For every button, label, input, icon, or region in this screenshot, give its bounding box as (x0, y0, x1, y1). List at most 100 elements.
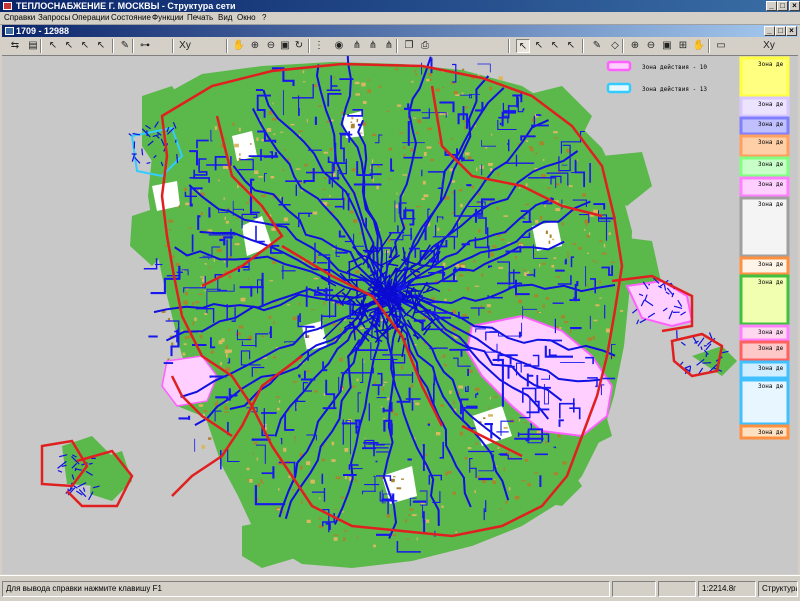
save-tool-button[interactable]: ▤ (26, 39, 40, 53)
zone-panel-item[interactable]: Зона де (741, 276, 788, 324)
select-line-tool-button[interactable]: ↖ (78, 39, 92, 53)
target-tool-button[interactable]: ◉ (332, 39, 346, 53)
menu-functions[interactable]: Функции (152, 12, 184, 24)
network-branch-tool-button[interactable]: ⋔ (366, 39, 380, 53)
map-view[interactable]: Зона действия - 10 Зона действия - 13 Зо… (2, 56, 798, 574)
building (588, 337, 593, 341)
zone-panel-item[interactable]: Зона де (741, 342, 788, 360)
zone-panel-item[interactable]: Зона де (741, 98, 788, 116)
building (611, 262, 615, 263)
select-area-tool-button[interactable]: ↖ (94, 39, 108, 53)
zone-panel-item[interactable]: Зона де (741, 158, 788, 176)
child-minimize-button[interactable]: _ (764, 26, 775, 36)
building (448, 471, 452, 473)
edit-pencil-tool-button[interactable]: ✎ (118, 39, 132, 53)
menu-about[interactable]: ? (262, 12, 266, 24)
menu-print[interactable]: Печать (187, 12, 213, 24)
zone-panel-item[interactable]: Зона де (741, 326, 788, 340)
select-point-tool-button[interactable]: ↖ (532, 39, 546, 53)
building (200, 335, 203, 339)
select-arrow-tool-button[interactable]: ↖ (516, 39, 530, 53)
building (451, 191, 454, 193)
select-area-tool-button[interactable]: ↖ (564, 39, 578, 53)
navigate-tool-button[interactable]: ⇆ (8, 39, 22, 53)
zone-panel-item[interactable]: Зона де (741, 118, 788, 134)
zone-panel-item[interactable]: Зона де (741, 198, 788, 256)
building (372, 159, 373, 163)
eraser-icon: ◇ (611, 40, 619, 51)
select-point-tool-button[interactable]: ↖ (62, 39, 76, 53)
rectangle-tool-button[interactable]: ▭ (714, 39, 728, 53)
menu-operations[interactable]: Операции (72, 12, 109, 24)
zone-panel-item[interactable]: Зона де (741, 58, 788, 96)
building (333, 340, 335, 341)
refresh-tool-button[interactable]: ↻ (292, 39, 306, 53)
traffic-light-tool-button[interactable]: ⋮ (312, 39, 326, 53)
zone-panel-item[interactable]: Зона де (741, 178, 788, 196)
network-link-tool-button[interactable]: ⋔ (382, 39, 396, 53)
maximize-button[interactable]: □ (777, 1, 788, 11)
building (225, 350, 230, 354)
zoom-extent-tool-button[interactable]: ⊞ (676, 39, 690, 53)
building (327, 205, 331, 206)
building (504, 427, 508, 429)
building (224, 412, 229, 413)
heat-network-map[interactable]: Зона действия - 10 Зона действия - 13 Зо… (2, 56, 798, 574)
zoom-out-tool-button[interactable]: ⊖ (644, 39, 658, 53)
zone-panel-item[interactable]: Зона де (741, 362, 788, 378)
select-line-tool-button[interactable]: ↖ (548, 39, 562, 53)
building (464, 126, 466, 130)
building (409, 508, 413, 510)
building (280, 132, 283, 133)
building (411, 81, 413, 83)
pan-hand-tool-button[interactable]: ✋ (692, 39, 706, 53)
xy-coordinates-tool-button[interactable]: Xy (762, 39, 776, 53)
building (257, 483, 260, 487)
menu-view[interactable]: Вид (218, 12, 232, 24)
building (462, 314, 467, 316)
select-arrow-tool-button[interactable]: ↖ (46, 39, 60, 53)
menu-window[interactable]: Окно (237, 12, 256, 24)
building (411, 385, 414, 388)
building (226, 345, 228, 349)
menu-help-reports[interactable]: Справки (4, 12, 35, 24)
toolbar-separator (708, 39, 710, 53)
building (293, 381, 297, 382)
app-icon[interactable] (3, 2, 12, 10)
eraser-tool-button[interactable]: ◇ (608, 39, 622, 53)
zone-panel[interactable]: Зона де Зона де Зона де Зона де Зона де Зона … (741, 58, 788, 438)
child-close-button[interactable]: × (786, 26, 797, 36)
menu-queries[interactable]: Запросы (38, 12, 70, 24)
binoculars-tool-button[interactable]: ⊶ (138, 39, 152, 53)
building (217, 249, 222, 252)
building (556, 326, 559, 328)
building (452, 212, 454, 214)
print-tool-button[interactable]: ⎙ (418, 39, 432, 53)
zoom-window-tool-button[interactable]: ▣ (278, 39, 292, 53)
copy-tool-button[interactable]: ❐ (402, 39, 416, 53)
building (225, 217, 226, 220)
menu-state[interactable]: Состояние (111, 12, 151, 24)
zoom-in-tool-button[interactable]: ⊕ (248, 39, 262, 53)
building (501, 239, 505, 241)
xy-coordinates-tool-button[interactable]: Xy (178, 39, 192, 53)
building (453, 492, 456, 495)
network-tree-tool-button[interactable]: ⋔ (350, 39, 364, 53)
heat-core-line (363, 251, 378, 252)
zoom-in-tool-button[interactable]: ⊕ (628, 39, 642, 53)
document-icon[interactable] (5, 27, 14, 35)
zoom-window-tool-button[interactable]: ▣ (660, 39, 674, 53)
edit-pencil-tool-button[interactable]: ✎ (590, 39, 604, 53)
zoom-out-tool-button[interactable]: ⊖ (264, 39, 278, 53)
building (171, 343, 173, 346)
building (455, 531, 457, 533)
minimize-button[interactable]: _ (766, 1, 777, 11)
zone-panel-item[interactable]: Зона де (741, 380, 788, 424)
close-button[interactable]: × (789, 1, 800, 11)
zone-panel-item[interactable]: Зона де (741, 258, 788, 274)
pan-hand-tool-button[interactable]: ✋ (232, 39, 246, 53)
child-maximize-button[interactable]: □ (775, 26, 786, 36)
building (345, 476, 347, 480)
zone-panel-item[interactable]: Зона де (741, 426, 788, 438)
zone-panel-item[interactable]: Зона де (741, 136, 788, 156)
